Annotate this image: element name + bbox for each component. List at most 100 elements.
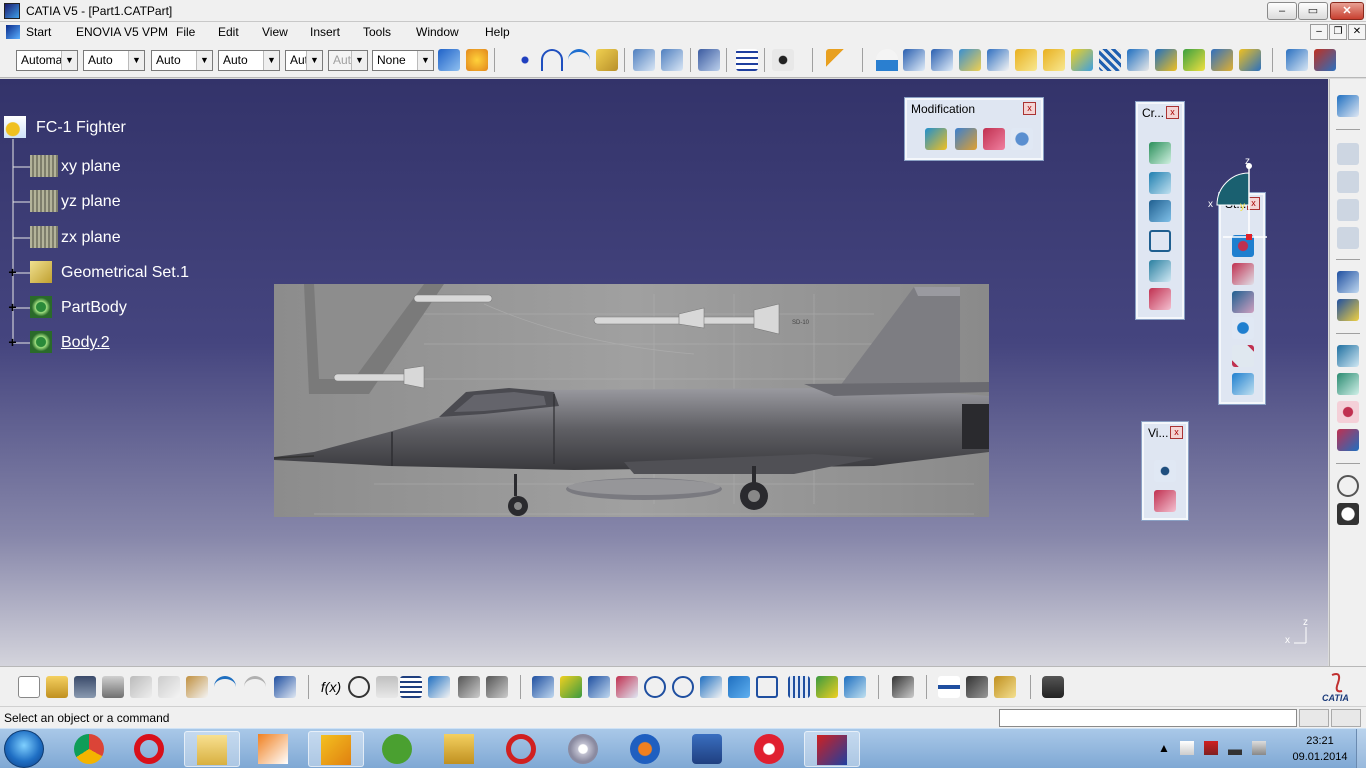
join-icon[interactable]: [1099, 49, 1121, 71]
zoom-in-icon[interactable]: [644, 676, 666, 698]
transform-icon[interactable]: [955, 128, 977, 150]
whats-this-icon[interactable]: [274, 676, 296, 698]
paste-icon[interactable]: [186, 676, 208, 698]
menu-enovia[interactable]: ENOVIA V5 VPM: [76, 25, 168, 39]
measure-item-icon[interactable]: [966, 676, 988, 698]
offset-icon[interactable]: [959, 49, 981, 71]
box-icon[interactable]: [1149, 200, 1171, 222]
close-icon[interactable]: x: [1170, 426, 1183, 439]
translate-icon[interactable]: [925, 128, 947, 150]
normal-view-icon[interactable]: [633, 49, 655, 71]
eye-icon[interactable]: [1154, 460, 1176, 482]
zoom-out-icon[interactable]: [672, 676, 694, 698]
plane-icon[interactable]: [596, 49, 618, 71]
swept-icon[interactable]: [1337, 373, 1359, 395]
list-icon[interactable]: [1337, 271, 1359, 293]
expand-toggle[interactable]: +: [7, 265, 18, 279]
lock-icon[interactable]: [458, 676, 480, 698]
manual-update-icon[interactable]: [1337, 503, 1359, 525]
properties-icon[interactable]: [466, 49, 488, 71]
measure-inertia-icon[interactable]: [994, 676, 1016, 698]
cut-icon[interactable]: [130, 676, 152, 698]
open-folder-icon[interactable]: [46, 676, 68, 698]
chevron-down-icon[interactable]: ▼: [61, 51, 77, 70]
sketch-icon[interactable]: [1337, 143, 1359, 165]
update-icon[interactable]: [1337, 475, 1359, 497]
grid-icon[interactable]: [736, 49, 758, 71]
menu-help[interactable]: Help: [485, 25, 510, 39]
fill-icon[interactable]: [1015, 49, 1037, 71]
taskbar-viewer[interactable]: [804, 731, 860, 767]
multi-section-icon[interactable]: [1043, 49, 1065, 71]
select-arrow-icon[interactable]: [826, 49, 848, 71]
painter-icon[interactable]: [438, 49, 460, 71]
view-mode-icon[interactable]: [698, 49, 720, 71]
doc-minimize-button[interactable]: –: [1310, 24, 1328, 40]
transparency-combo[interactable]: Auto ▼: [83, 50, 145, 71]
save-icon[interactable]: [74, 676, 96, 698]
command-button-1[interactable]: [1299, 709, 1329, 727]
multi-view-icon[interactable]: [728, 676, 750, 698]
menu-window[interactable]: Window: [416, 25, 459, 39]
3d-viewport[interactable]: FC-1 Fighter xy plane yz plane zx plane …: [0, 79, 1328, 666]
expand-toggle[interactable]: +: [7, 335, 18, 349]
pan-icon[interactable]: [588, 676, 610, 698]
copy-icon[interactable]: [158, 676, 180, 698]
camera-icon[interactable]: [1042, 676, 1064, 698]
show-hidden-icons[interactable]: ▲: [1158, 741, 1172, 755]
healing-icon[interactable]: [1127, 49, 1149, 71]
scaling-icon[interactable]: [1011, 128, 1033, 150]
sphere-icon[interactable]: [1232, 317, 1254, 339]
chevron-down-icon[interactable]: ▼: [417, 51, 433, 70]
taskbar-opera[interactable]: [122, 731, 178, 767]
symmetry-icon[interactable]: [983, 128, 1005, 150]
output-feature-icon[interactable]: [1337, 227, 1359, 249]
chevron-down-icon[interactable]: ▼: [263, 51, 279, 70]
normal-view-icon[interactable]: [700, 676, 722, 698]
volume-icon[interactable]: [1252, 741, 1266, 755]
compass-widget[interactable]: z x y: [1203, 156, 1273, 245]
spline-icon[interactable]: [541, 49, 563, 71]
disassemble-icon[interactable]: [1183, 49, 1205, 71]
surface-operation-icon[interactable]: [1337, 345, 1359, 367]
taskbar-explorer[interactable]: [184, 731, 240, 767]
fill-color-combo[interactable]: Automa ▼: [16, 50, 78, 71]
untrim-icon[interactable]: [1155, 49, 1177, 71]
rectangle-icon[interactable]: [1149, 230, 1171, 252]
chevron-down-icon[interactable]: ▼: [128, 51, 144, 70]
quick-view-icon[interactable]: [756, 676, 778, 698]
formula-icon[interactable]: f(x): [320, 676, 342, 698]
taskbar-media-player[interactable]: [246, 731, 302, 767]
menu-file[interactable]: File: [176, 25, 195, 39]
point-symbol-combo[interactable]: Aut ▼: [285, 50, 323, 71]
tray-clock[interactable]: 23:21 09.01.2014: [1290, 733, 1350, 765]
remove-icon[interactable]: [1232, 263, 1254, 285]
show-desktop-button[interactable]: [1356, 729, 1366, 768]
isometric-view-icon[interactable]: [661, 49, 683, 71]
doc-close-button[interactable]: ✕: [1348, 24, 1366, 40]
layer-combo[interactable]: None ▼: [372, 50, 434, 71]
body-ops-icon[interactable]: [1337, 429, 1359, 451]
extrude-icon[interactable]: [1149, 172, 1171, 194]
revolve-icon[interactable]: [903, 49, 925, 71]
taskbar-chrome[interactable]: [62, 731, 118, 767]
command-input[interactable]: [999, 709, 1297, 727]
sphere-surface-icon[interactable]: [931, 49, 953, 71]
close-icon[interactable]: x: [1023, 102, 1036, 115]
taskbar-catia[interactable]: [308, 731, 364, 767]
split-icon[interactable]: [1211, 49, 1233, 71]
menu-view[interactable]: View: [262, 25, 288, 39]
table-icon[interactable]: [400, 676, 422, 698]
taskbar-utorrent[interactable]: [370, 731, 426, 767]
taskbar-dvd[interactable]: [556, 731, 612, 767]
fit-all-icon[interactable]: [560, 676, 582, 698]
catalog-icon[interactable]: [892, 676, 914, 698]
xyz-axis-icon[interactable]: [1337, 299, 1359, 321]
sweep-icon[interactable]: [987, 49, 1009, 71]
solid-box-icon[interactable]: [1232, 373, 1254, 395]
print-icon[interactable]: [102, 676, 124, 698]
comment-icon[interactable]: [348, 676, 370, 698]
pattern-icon[interactable]: [1337, 401, 1359, 423]
trim-cross-icon[interactable]: [1232, 345, 1254, 367]
network-icon[interactable]: [1228, 741, 1242, 755]
